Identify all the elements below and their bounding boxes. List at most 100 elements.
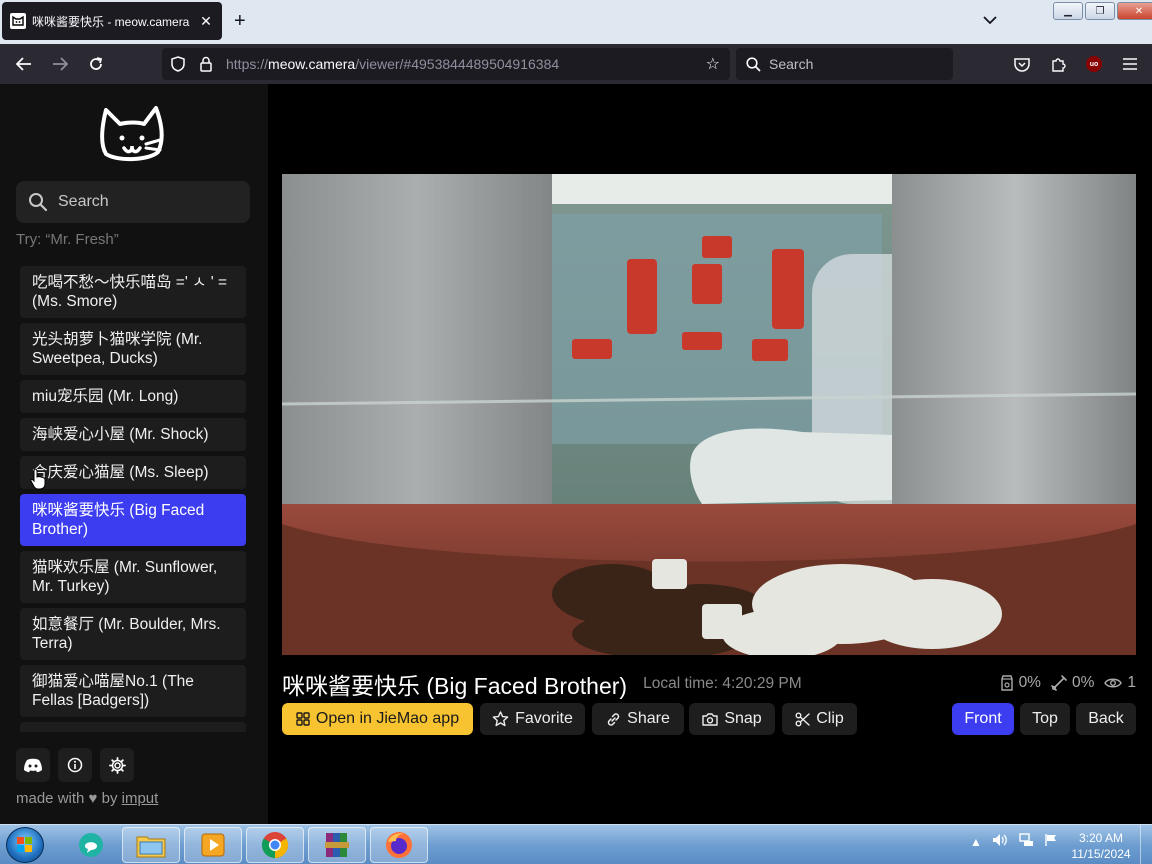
made-with-credit: made with ♥ by imput [16,790,158,807]
camera-label: miu宠乐园 (Mr. Long) [32,388,179,405]
camera-live-video[interactable] [282,174,1136,655]
camera-list-item[interactable]: miu宠乐园 (Mr. Long) [20,380,246,413]
favorite-button[interactable]: Favorite [480,703,585,735]
camera-list-item[interactable]: 海峡爱心小屋 (Mr. Shock) [20,418,246,451]
action-center-flag-icon[interactable] [1044,833,1058,850]
back-label: Back [1088,710,1124,727]
lock-icon[interactable] [192,56,220,72]
link-icon [607,712,620,726]
camera-back-view-button[interactable]: Back [1076,703,1136,735]
camera-list[interactable]: 吃喝不愁～快乐喵岛 =' ㅅ ' = (Ms. Smore) 光头胡萝卜猫咪学院… [20,260,246,732]
camera-front-view-button[interactable]: Front [952,703,1014,735]
clip-button[interactable]: Clip [782,703,857,735]
address-bar[interactable]: https://meow.camera/viewer/#495384448950… [162,48,730,80]
taskbar-app-media-player-icon[interactable] [184,827,242,863]
share-button[interactable]: Share [592,703,684,735]
search-icon [29,193,48,212]
snap-button[interactable]: Snap [689,703,775,735]
hamburger-menu-icon[interactable] [1112,48,1148,80]
camera-list-item-active[interactable]: 咪咪酱要快乐 (Big Faced Brother) [20,494,246,546]
heart-icon: ♥ [88,790,98,807]
volume-icon[interactable] [992,833,1008,850]
camera-search-input[interactable] [58,193,238,211]
ublock-badge: uo [1086,56,1102,72]
camera-list-item[interactable]: 如意餐厅 (Mr. Boulder, Mrs. Terra) [20,608,246,660]
sidebar-footer-icons [16,748,134,782]
camera-label: 海峡爱心小屋 (Mr. Shock) [32,426,209,443]
cat-favicon-icon [10,13,26,29]
camera-list-item[interactable]: 御猫爱心喵屋No.1 (The Fellas [Badgers]) [20,665,246,717]
camera-label: 咪咪酱要快乐 (Big Faced Brother) [32,502,205,538]
forward-arrow-icon[interactable] [42,48,78,80]
reload-icon[interactable] [78,48,114,80]
camera-list-item[interactable]: 猫咪欢乐屋 (Mr. Sunflower, Mr. Turkey) [20,551,246,603]
browser-search-placeholder: Search [769,56,814,72]
network-icon[interactable] [1018,833,1034,850]
star-icon [492,711,509,727]
clock-date: 11/15/2024 [1071,847,1131,861]
taskbar-clock[interactable]: 3:20 AM 11/15/2024 [1068,830,1134,862]
made-with-text: made with [16,790,85,807]
clip-label: Clip [816,710,844,727]
camera-list-item[interactable]: 吃喝不愁～快乐喵岛 =' ㅅ ' = (Ms. Smore) [20,266,246,318]
close-window-icon[interactable]: ✕ [1117,2,1152,20]
camera-label: 御猫爱心喵屋No.1 (The Fellas [Badgers]) [32,673,194,709]
extensions-puzzle-icon[interactable] [1040,48,1076,80]
url-text: https://meow.camera/viewer/#495384448950… [226,56,559,72]
camera-info-row: 咪咪酱要快乐 (Big Faced Brother) Local time: 4… [282,669,1136,699]
taskbar-app-firefox-icon[interactable] [370,827,428,863]
camera-viewer: 咪咪酱要快乐 (Big Faced Brother) Local time: 4… [268,84,1152,824]
front-label: Front [964,710,1002,727]
new-tab-plus-icon[interactable]: + [234,10,246,33]
minimize-window-icon[interactable]: ▁ [1053,2,1083,20]
camera-label: 吃喝不愁～快乐喵岛 =' ㅅ ' = (Ms. Smore) [32,274,228,310]
treat-icon [1051,675,1067,691]
author-link[interactable]: imput [122,790,159,807]
ublock-origin-icon[interactable]: uo [1076,48,1112,80]
pocket-icon[interactable] [1004,48,1040,80]
tracking-protection-shield-icon[interactable] [164,56,192,72]
maximize-window-icon[interactable]: ❐ [1085,2,1115,20]
windows-taskbar: ▲ 3:20 AM 11/15/2024 [0,824,1152,864]
food-level-stat: 0% [1000,674,1041,692]
food-bag-icon [1000,675,1013,691]
browser-search-box[interactable]: Search [736,48,953,80]
open-in-jiemao-app-button[interactable]: Open in JieMao app [282,703,473,735]
camera-search-field[interactable] [16,181,250,223]
camera-list-item-partial[interactable] [20,722,246,732]
camera-label: 光头胡萝卜猫咪学院 (Mr. Sweetpea, Ducks) [32,331,203,367]
top-label: Top [1032,710,1058,727]
camera-top-view-button[interactable]: Top [1020,703,1070,735]
info-icon[interactable] [58,748,92,782]
bookmark-star-icon[interactable]: ☆ [706,54,720,74]
camera-label: 如意餐厅 (Mr. Boulder, Mrs. Terra) [32,616,221,652]
list-all-tabs-chevron-icon[interactable] [983,12,997,28]
taskbar-app-winrar-icon[interactable] [308,827,366,863]
back-arrow-icon[interactable] [6,48,42,80]
camera-list-item[interactable]: 光头胡萝卜猫咪学院 (Mr. Sweetpea, Ducks) [20,323,246,375]
tab-close-icon[interactable]: ✕ [198,13,214,30]
settings-gear-icon[interactable] [100,748,134,782]
browser-tab-strip: 咪咪酱要快乐 - meow.camera ✕ + ▁ ❐ ✕ [0,0,1152,44]
taskbar-app-messenger-icon[interactable] [62,827,120,863]
taskbar-app-file-explorer-icon[interactable] [122,827,180,863]
share-label: Share [627,710,670,727]
taskbar-app-chrome-icon[interactable] [246,827,304,863]
windows-start-button[interactable] [6,827,44,863]
made-with-by: by [101,790,118,807]
search-icon [746,56,761,72]
open-app-label: Open in JieMao app [315,710,460,727]
discord-icon[interactable] [16,748,50,782]
eye-icon [1104,678,1123,688]
url-host: meow.camera [268,56,356,72]
show-hidden-icons-arrow-icon[interactable]: ▲ [970,835,982,849]
camera-label: 猫咪欢乐屋 (Mr. Sunflower, Mr. Turkey) [32,559,218,595]
browser-tab-active[interactable]: 咪咪酱要快乐 - meow.camera ✕ [2,2,222,40]
viewer-count-value: 1 [1127,674,1136,691]
show-desktop-button[interactable] [1140,825,1152,864]
window-controls: ▁ ❐ ✕ [1053,2,1152,20]
camera-list-item[interactable]: 合庆爱心猫屋 (Ms. Sleep) [20,456,246,489]
local-time: Local time: 4:20:29 PM [643,675,802,692]
camera-stats: 0% 0% 1 [1000,674,1136,692]
meow-camera-cat-logo-icon[interactable] [98,104,168,164]
